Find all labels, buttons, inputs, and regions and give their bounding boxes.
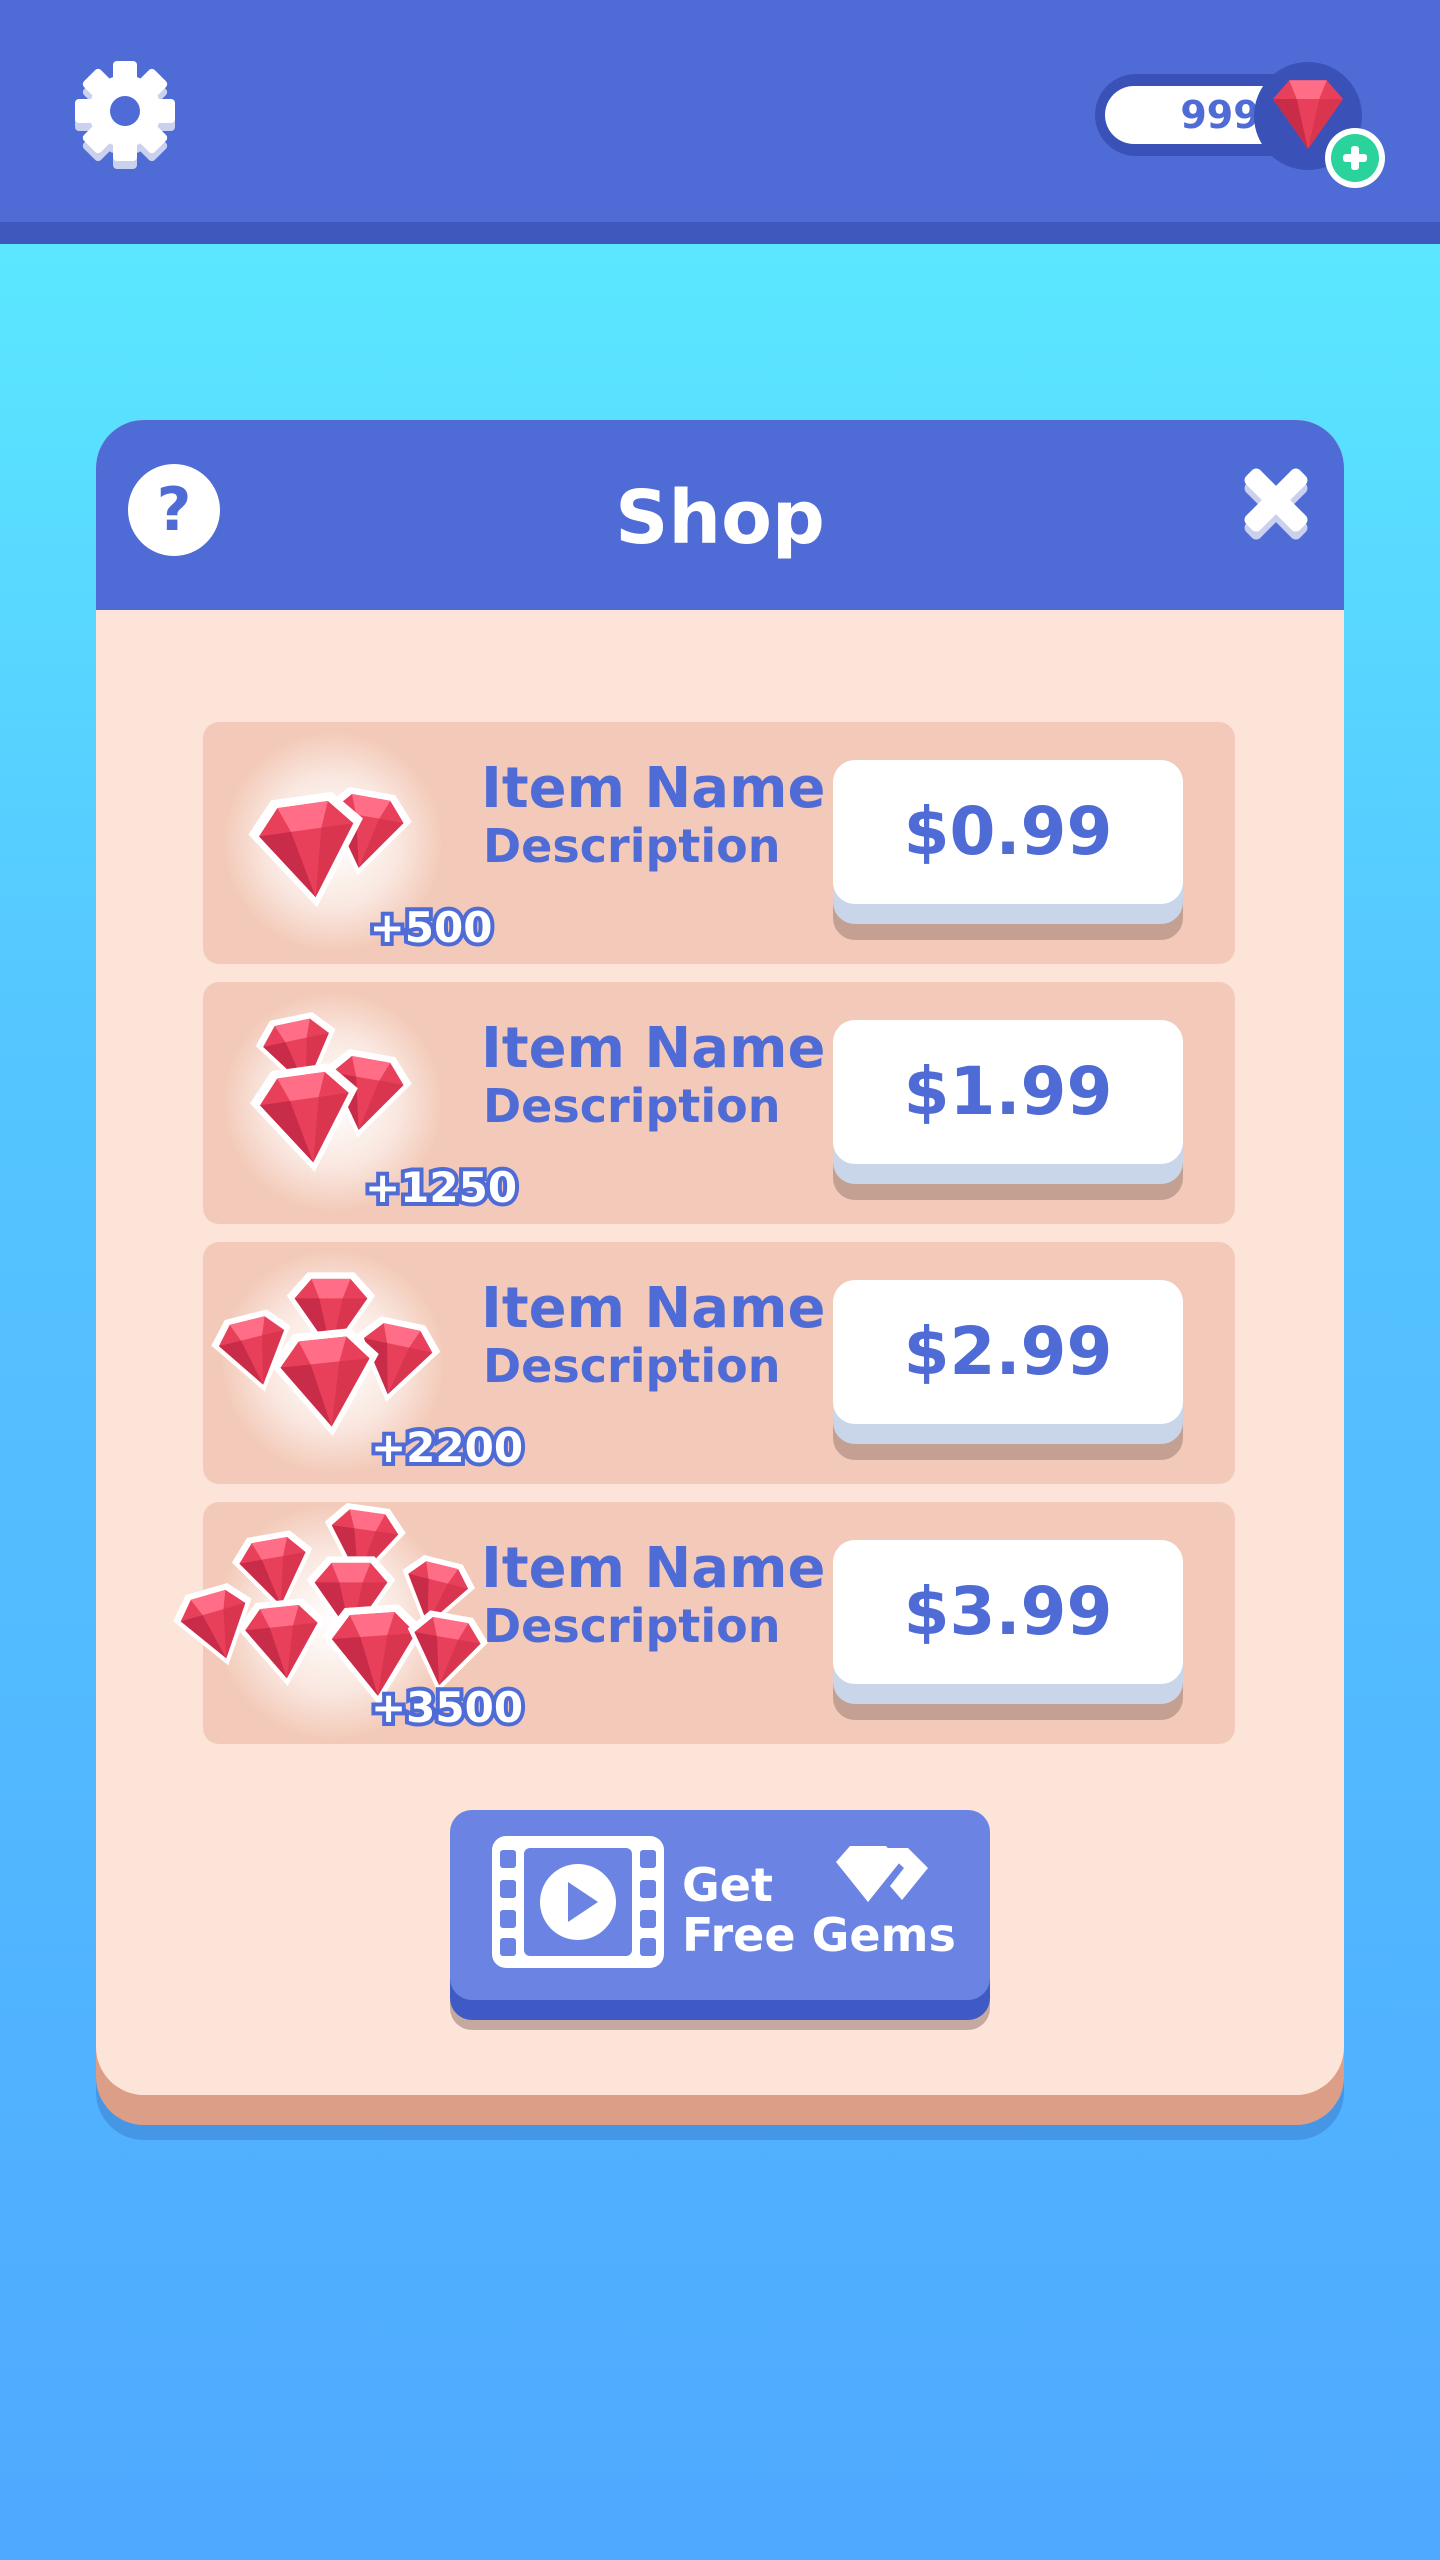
item-name: Item Name bbox=[481, 1276, 826, 1341]
item-description: Description bbox=[483, 819, 781, 873]
gem-amount: +3500 bbox=[371, 1683, 523, 1732]
price-label: $1.99 bbox=[833, 1020, 1183, 1164]
price-label: $0.99 bbox=[833, 760, 1183, 904]
item-description: Description bbox=[483, 1079, 781, 1133]
video-icon bbox=[492, 1836, 664, 1968]
gem-icon bbox=[1254, 62, 1385, 188]
close-icon[interactable] bbox=[1236, 460, 1316, 550]
item-description: Description bbox=[483, 1339, 781, 1393]
plus-icon[interactable] bbox=[1325, 128, 1385, 188]
gem-amount: +2200 bbox=[371, 1423, 523, 1472]
item-name: Item Name bbox=[481, 756, 826, 821]
gem-amount: +1250 bbox=[365, 1163, 517, 1212]
settings-button[interactable] bbox=[70, 55, 180, 175]
shop-item: +3500 Item Name Description $3.99 bbox=[167, 1500, 1235, 1744]
free-gems-button[interactable]: Get Free Gems bbox=[450, 1810, 990, 2030]
gem-pack-icon: +1250 bbox=[223, 992, 521, 1216]
item-name: Item Name bbox=[481, 1536, 826, 1601]
item-name: Item Name bbox=[481, 1016, 826, 1081]
gem-amount: +500 bbox=[370, 903, 493, 952]
shop-item: +2200 Item Name Description $2.99 bbox=[203, 1242, 1235, 1484]
shop-item: +1250 Item Name Description $1.99 bbox=[203, 982, 1235, 1224]
gem-counter[interactable]: 999 bbox=[1095, 62, 1395, 200]
top-bar: 999 bbox=[0, 0, 1440, 244]
item-description: Description bbox=[483, 1599, 781, 1653]
gems-icon bbox=[836, 1846, 928, 1902]
gem-pack-icon: +500 bbox=[223, 732, 496, 956]
price-label: $3.99 bbox=[833, 1540, 1183, 1684]
gem-pack-icon: +3500 bbox=[167, 1500, 527, 1740]
dialog-title: Shop bbox=[615, 475, 825, 561]
dialog-header: ? Shop bbox=[96, 420, 1344, 610]
shop-item: +500 Item Name Description $0.99 bbox=[203, 722, 1235, 964]
buy-button[interactable]: $3.99 bbox=[833, 1540, 1183, 1720]
buy-button[interactable]: $1.99 bbox=[833, 1020, 1183, 1200]
price-label: $2.99 bbox=[833, 1280, 1183, 1424]
gem-pack-icon: +2200 bbox=[206, 1250, 527, 1476]
buy-button[interactable]: $0.99 bbox=[833, 760, 1183, 940]
gear-icon bbox=[75, 61, 175, 169]
buy-button[interactable]: $2.99 bbox=[833, 1280, 1183, 1460]
